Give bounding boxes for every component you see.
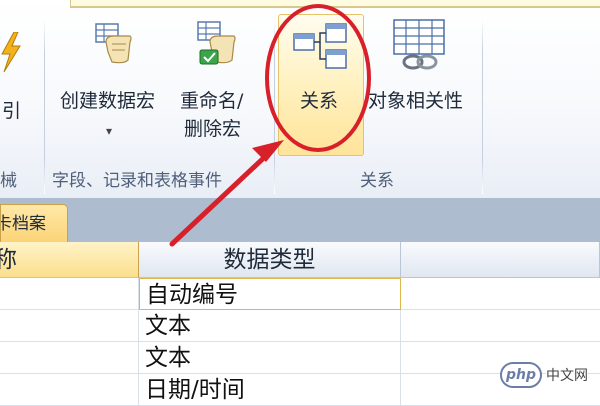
create-data-macro-label: 创建数据宏 (60, 90, 156, 112)
watermark-badge: php (500, 362, 542, 388)
data-type-cell[interactable]: 文本 (139, 310, 401, 342)
column-header-description[interactable] (401, 242, 600, 278)
data-type-cell[interactable]: 文本 (139, 342, 401, 374)
dropdown-arrow-icon: ▾ (106, 124, 113, 138)
column-header-data-type[interactable]: 数据类型 (139, 242, 401, 278)
annotation-ellipse (265, 4, 371, 152)
object-dependencies-button[interactable]: 对象相关性 (364, 14, 480, 154)
group-label-partial: 械 (0, 171, 17, 191)
group-separator (44, 18, 45, 194)
document-tab-strip (0, 198, 600, 242)
rename-delete-macro-label-2: 删除宏 (184, 118, 242, 140)
column-header-field-name[interactable]: 称 (0, 242, 139, 278)
ribbon-top-bar (70, 0, 600, 8)
object-dependencies-icon (392, 18, 448, 79)
group-separator (482, 18, 483, 194)
data-type-cell[interactable]: 自动编号 (139, 278, 401, 310)
field-name-cell[interactable] (0, 374, 139, 406)
object-dependencies-label: 对象相关性 (368, 90, 464, 112)
partial-ribbon-button[interactable]: 引 (0, 14, 30, 154)
rename-macro-icon (196, 20, 240, 75)
group-label-relationships: 关系 (360, 171, 394, 191)
column-header-label: 称 (0, 247, 17, 273)
description-cell[interactable] (401, 310, 600, 342)
table-row[interactable]: 文本 (0, 310, 600, 342)
watermark-text: 中文网 (546, 365, 588, 385)
document-tab-label: 卡档案 (0, 214, 46, 234)
table-row[interactable]: 自动编号 (0, 278, 600, 310)
group-label-field-record-table-events: 字段、记录和表格事件 (52, 171, 222, 191)
create-data-macro-button[interactable]: 创建数据宏 ▾ (54, 14, 170, 154)
data-macro-icon (94, 22, 134, 73)
partial-button-label: 引 (2, 100, 22, 122)
rename-delete-macro-label-1: 重命名/ (180, 90, 244, 112)
watermark: php 中文网 (500, 362, 588, 388)
description-cell[interactable] (401, 278, 600, 310)
lightning-icon (0, 31, 22, 79)
field-name-cell[interactable] (0, 278, 139, 310)
field-name-cell[interactable] (0, 342, 139, 374)
rename-delete-macro-button[interactable]: 重命名/ 删除宏 (176, 14, 262, 154)
field-name-cell[interactable] (0, 310, 139, 342)
document-tab[interactable]: 卡档案 (0, 204, 68, 243)
column-header-label: 数据类型 (223, 247, 316, 273)
data-type-cell[interactable]: 日期/时间 (139, 374, 401, 406)
